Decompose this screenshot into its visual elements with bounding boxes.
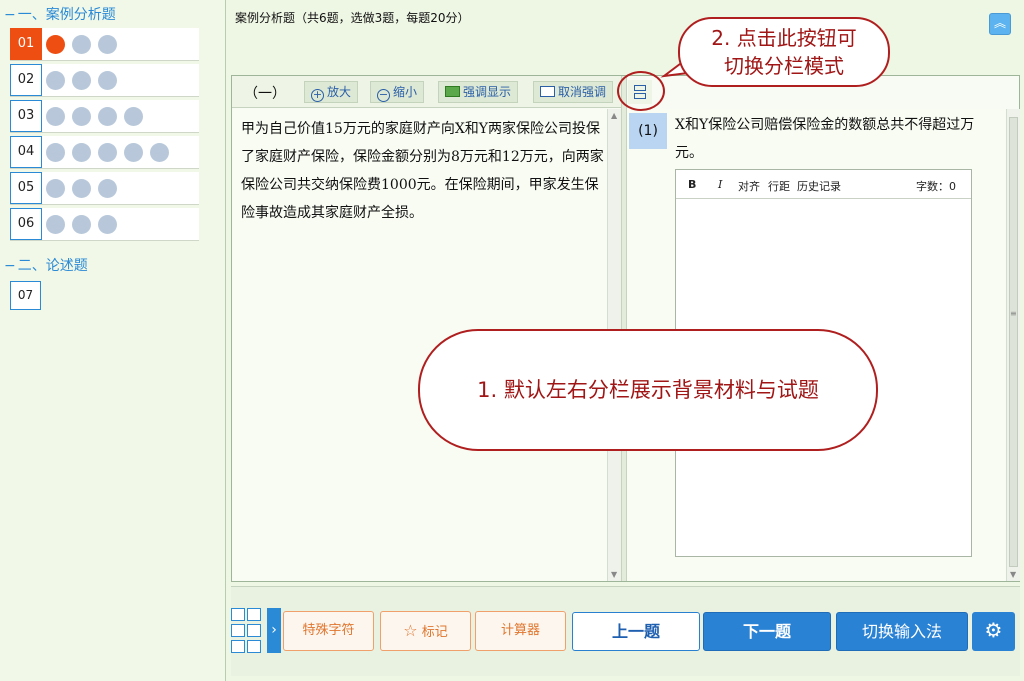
chevron-right-icon[interactable]: › <box>267 608 281 653</box>
sub-question-dots <box>46 143 169 163</box>
special-characters-button[interactable]: 特殊字符 <box>283 611 374 651</box>
question-scrollbar[interactable]: ≡ ▼ <box>1006 109 1020 581</box>
question-number[interactable]: 07 <box>10 281 41 310</box>
sub-question-dot[interactable] <box>46 215 65 234</box>
zoom-in-label: 放大 <box>327 85 352 99</box>
layout-callout: 1. 默认左右分栏展示背景材料与试题 <box>418 329 878 451</box>
section-heading-case[interactable]: − 一、案例分析题 <box>0 4 116 26</box>
sub-question-dot[interactable] <box>72 107 91 126</box>
zoom-out-label: 缩小 <box>393 85 418 99</box>
line-spacing-button[interactable]: 行距 <box>768 178 790 194</box>
sub-question-dot[interactable] <box>124 143 143 162</box>
highlight-button[interactable]: 强调显示 <box>438 81 519 103</box>
grip-icon: ≡ <box>1010 309 1017 318</box>
sub-question-dot[interactable] <box>72 35 91 54</box>
highlight-icon <box>445 86 460 97</box>
question-row-03[interactable]: 03 <box>10 100 199 133</box>
sub-question-dot[interactable] <box>98 35 117 54</box>
question-row-05[interactable]: 05 <box>10 172 199 205</box>
next-question-button[interactable]: 下一题 <box>703 612 831 651</box>
sub-question-dot[interactable] <box>98 143 117 162</box>
unhighlight-icon <box>540 86 555 97</box>
sub-question-dot[interactable] <box>150 143 169 162</box>
double-chevron-up-icon[interactable]: ︽ <box>989 13 1011 35</box>
unhighlight-label: 取消强调 <box>558 85 607 99</box>
sub-question-dot[interactable] <box>46 71 65 90</box>
sub-question-dots <box>46 35 117 55</box>
question-text: X和Y保险公司赔偿保险金的数额总共不得超过万元。 <box>675 117 975 161</box>
sub-question-dots <box>46 215 117 235</box>
scroll-thumb[interactable] <box>1009 117 1018 567</box>
bottom-toolbar: › 特殊字符 ☆ 标记 计算器 上一题 下一题 切换输入法 ⚙ <box>231 586 1020 676</box>
part-label: （一） <box>244 86 286 102</box>
sub-question-dot[interactable] <box>46 179 65 198</box>
word-count: 字数：0 <box>916 180 956 193</box>
question-number[interactable]: 03 <box>10 100 42 132</box>
sub-question-tag: (1) <box>629 113 667 149</box>
switch-input-method-button[interactable]: 切换输入法 <box>836 612 968 651</box>
plus-circle-icon: + <box>311 88 324 102</box>
star-icon: ☆ <box>403 621 418 640</box>
sub-question-dot[interactable] <box>124 107 143 126</box>
sub-question-dot[interactable] <box>98 71 117 90</box>
calculator-button[interactable]: 计算器 <box>475 611 566 651</box>
question-row-07[interactable]: 07 <box>10 281 199 314</box>
sub-question-dot[interactable] <box>46 107 65 126</box>
sub-question-dots <box>46 107 143 127</box>
italic-button[interactable]: I <box>718 178 722 191</box>
material-toolbar: （一） + 放大 − 缩小 强调显示 取消强调 <box>232 76 621 108</box>
question-number[interactable]: 05 <box>10 172 42 204</box>
sub-question-dot[interactable] <box>72 71 91 90</box>
question-row-02[interactable]: 02 <box>10 64 199 97</box>
highlight-label: 强调显示 <box>463 85 512 99</box>
scroll-up-icon[interactable]: ▲ <box>611 111 617 120</box>
minus-circle-icon: − <box>377 88 390 102</box>
unhighlight-button[interactable]: 取消强调 <box>533 81 614 103</box>
sub-question-dot[interactable] <box>72 143 91 162</box>
scroll-down-icon[interactable]: ▼ <box>611 570 617 579</box>
previous-question-button[interactable]: 上一题 <box>572 612 700 651</box>
zoom-out-button[interactable]: − 缩小 <box>370 81 425 103</box>
section-heading-case-label: 一、案例分析题 <box>17 7 116 23</box>
sub-question-dots <box>46 179 117 199</box>
callout2-line1: 2. 点击此按钮可 <box>711 26 857 50</box>
question-row-01[interactable]: 01 <box>10 28 199 61</box>
question-navigator: − 一、案例分析题 01 02 03 04 05 06 − 二、论述题 07 <box>0 0 226 681</box>
history-button[interactable]: 历史记录 <box>797 178 841 194</box>
question-number[interactable]: 02 <box>10 64 42 96</box>
mark-label: 标记 <box>421 625 448 640</box>
callout2-line2: 切换分栏模式 <box>724 54 844 78</box>
align-button[interactable]: 对齐 <box>738 178 760 194</box>
question-number[interactable]: 04 <box>10 136 42 168</box>
question-number[interactable]: 06 <box>10 208 42 240</box>
question-row-04[interactable]: 04 <box>10 136 199 169</box>
sub-question-dot[interactable] <box>46 143 65 162</box>
question-number[interactable]: 01 <box>10 28 42 60</box>
mark-button[interactable]: ☆ 标记 <box>380 611 471 651</box>
zoom-in-button[interactable]: + 放大 <box>304 81 359 103</box>
bold-button[interactable]: B <box>688 178 696 191</box>
section-heading-essay-label: 二、论述题 <box>17 258 88 274</box>
editor-toolbar: B I 对齐 行距 历史记录 字数：0 <box>676 170 971 199</box>
sub-question-dot[interactable] <box>72 215 91 234</box>
split-toggle-callout: 2. 点击此按钮可 切换分栏模式 <box>678 17 890 87</box>
section-instructions: 案例分析题（共6题，选做3题，每题20分） <box>235 11 470 25</box>
sub-question-dot[interactable] <box>98 215 117 234</box>
sub-question-dots <box>46 71 117 91</box>
section-heading-essay[interactable]: − 二、论述题 <box>0 255 88 277</box>
question-row-06[interactable]: 06 <box>10 208 199 241</box>
sub-question-dot[interactable] <box>46 35 65 54</box>
scroll-down-icon[interactable]: ▼ <box>1010 570 1016 579</box>
sub-question-dot[interactable] <box>72 179 91 198</box>
sub-question-dot[interactable] <box>98 179 117 198</box>
gear-icon[interactable]: ⚙ <box>972 612 1015 651</box>
sub-question-dot[interactable] <box>98 107 117 126</box>
